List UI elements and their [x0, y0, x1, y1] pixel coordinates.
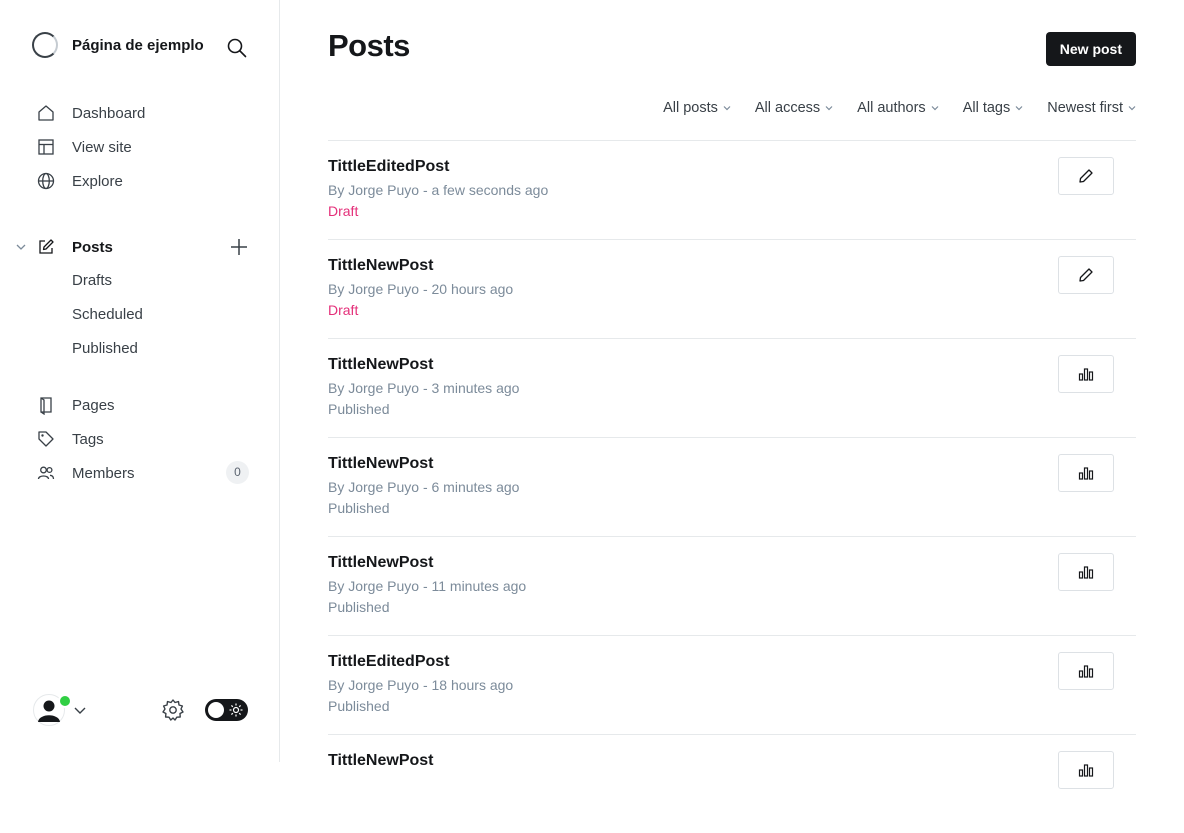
filter-bar: All posts All access All authors All tag…: [639, 100, 1136, 116]
post-row[interactable]: TittleNewPost By Jorge Puyo - 20 hours a…: [328, 239, 1136, 338]
analytics-icon: [1078, 566, 1094, 579]
post-row[interactable]: TittleNewPost By Jorge Puyo - 11 minutes…: [328, 536, 1136, 635]
analytics-icon: [1078, 764, 1094, 777]
members-count-badge: 0: [226, 461, 249, 484]
post-row[interactable]: TittleNewPost By Jorge Puyo - 6 minutes …: [328, 437, 1136, 536]
post-list: TittleEditedPost By Jorge Puyo - a few s…: [328, 140, 1136, 833]
chevron-down-icon: [931, 106, 939, 111]
post-row[interactable]: TittleEditedPost By Jorge Puyo - a few s…: [328, 140, 1136, 239]
post-row[interactable]: TittleNewPost: [328, 734, 1136, 833]
filter-label: All tags: [962, 100, 1011, 116]
sidebar-item-pages[interactable]: Pages: [36, 393, 115, 417]
post-row[interactable]: TittleNewPost By Jorge Puyo - 3 minutes …: [328, 338, 1136, 437]
post-analytics-button[interactable]: [1058, 751, 1114, 789]
sidebar-item-label: View site: [72, 138, 132, 156]
sidebar-item-explore[interactable]: Explore: [36, 169, 123, 193]
post-analytics-button[interactable]: [1058, 553, 1114, 591]
sidebar-item-members[interactable]: Members: [36, 461, 135, 485]
post-status: Draft: [328, 203, 359, 219]
post-status: Published: [328, 401, 390, 417]
chevron-down-icon[interactable]: [14, 240, 28, 254]
page-icon: [36, 395, 56, 415]
sidebar-subitem-scheduled[interactable]: Scheduled: [72, 303, 143, 327]
sidebar-subitem-drafts[interactable]: Drafts: [72, 269, 112, 293]
filter-access[interactable]: All access: [755, 100, 833, 116]
chevron-down-icon: [723, 106, 731, 111]
online-status-dot: [58, 694, 72, 708]
edit-icon: [36, 237, 56, 257]
sidebar-item-dashboard[interactable]: Dashboard: [36, 101, 145, 125]
layout-icon: [36, 137, 56, 157]
sidebar-item-label: Members: [72, 464, 135, 482]
filter-label: All posts: [663, 100, 718, 116]
edit-post-button[interactable]: [1058, 256, 1114, 294]
sidebar-item-label: Tags: [72, 430, 104, 448]
post-title[interactable]: TittleEditedPost: [328, 653, 450, 671]
sidebar-item-posts[interactable]: Posts: [36, 235, 113, 259]
theme-toggle[interactable]: [205, 699, 248, 721]
members-icon: [36, 463, 56, 483]
post-row[interactable]: TittleEditedPost By Jorge Puyo - 18 hour…: [328, 635, 1136, 734]
page-title: Posts: [328, 28, 410, 63]
sidebar-item-label: Posts: [72, 238, 113, 256]
post-meta: By Jorge Puyo - a few seconds ago: [328, 182, 549, 198]
edit-icon: [1079, 268, 1093, 282]
sidebar: Página de ejemplo Dashboard View site Ex…: [0, 0, 280, 762]
sidebar-item-label: Pages: [72, 396, 115, 414]
filter-authors[interactable]: All authors: [857, 100, 939, 116]
sidebar-item-view-site[interactable]: View site: [36, 135, 132, 159]
post-title[interactable]: TittleNewPost: [328, 752, 434, 770]
house-icon: [36, 103, 56, 123]
search-icon[interactable]: [226, 37, 248, 59]
post-title[interactable]: TittleEditedPost: [328, 158, 450, 176]
post-status: Published: [328, 698, 390, 714]
chevron-down-icon: [825, 106, 833, 111]
post-meta: By Jorge Puyo - 3 minutes ago: [328, 380, 520, 396]
filter-post-type[interactable]: All posts: [663, 100, 731, 116]
gear-icon[interactable]: [160, 697, 186, 723]
sidebar-item-tags[interactable]: Tags: [36, 427, 104, 451]
filter-label: All access: [754, 100, 821, 116]
sun-icon: [228, 702, 244, 718]
analytics-icon: [1078, 368, 1094, 381]
main-content: Posts New post All posts All access All …: [328, 0, 1136, 789]
filter-label: Newest first: [1047, 100, 1123, 116]
sidebar-item-label: Dashboard: [72, 104, 146, 122]
post-meta: By Jorge Puyo - 11 minutes ago: [328, 578, 527, 594]
post-meta: By Jorge Puyo - 20 hours ago: [328, 281, 514, 297]
site-brand[interactable]: Página de ejemplo: [32, 32, 204, 58]
post-status: Published: [328, 599, 390, 615]
toggle-knob: [208, 702, 224, 718]
filter-sort[interactable]: Newest first: [1047, 100, 1136, 116]
analytics-icon: [1078, 665, 1094, 678]
post-meta: By Jorge Puyo - 6 minutes ago: [328, 479, 520, 495]
filter-tags[interactable]: All tags: [963, 100, 1024, 116]
tag-icon: [36, 429, 56, 449]
post-analytics-button[interactable]: [1058, 454, 1114, 492]
add-post-icon[interactable]: [228, 236, 250, 258]
new-post-button[interactable]: New post: [1045, 32, 1136, 66]
sidebar-item-label: Explore: [72, 172, 123, 190]
post-meta: By Jorge Puyo - 18 hours ago: [328, 677, 514, 693]
edit-post-button[interactable]: [1058, 157, 1114, 195]
post-analytics-button[interactable]: [1058, 355, 1114, 393]
post-title[interactable]: TittleNewPost: [328, 356, 434, 374]
post-title[interactable]: TittleNewPost: [328, 554, 434, 572]
filter-label: All authors: [857, 100, 926, 116]
site-name: Página de ejemplo: [72, 36, 204, 54]
post-analytics-button[interactable]: [1058, 652, 1114, 690]
chevron-down-icon: [1128, 106, 1136, 111]
analytics-icon: [1078, 467, 1094, 480]
chevron-down-icon[interactable]: [73, 703, 87, 717]
site-logo-icon: [32, 32, 58, 58]
post-title[interactable]: TittleNewPost: [328, 455, 434, 473]
post-status: Draft: [328, 302, 359, 318]
sidebar-subitem-published[interactable]: Published: [72, 337, 138, 361]
edit-icon: [1079, 169, 1093, 183]
post-status: Published: [328, 500, 390, 516]
post-title[interactable]: TittleNewPost: [328, 257, 434, 275]
globe-icon: [36, 171, 56, 191]
chevron-down-icon: [1015, 106, 1023, 111]
